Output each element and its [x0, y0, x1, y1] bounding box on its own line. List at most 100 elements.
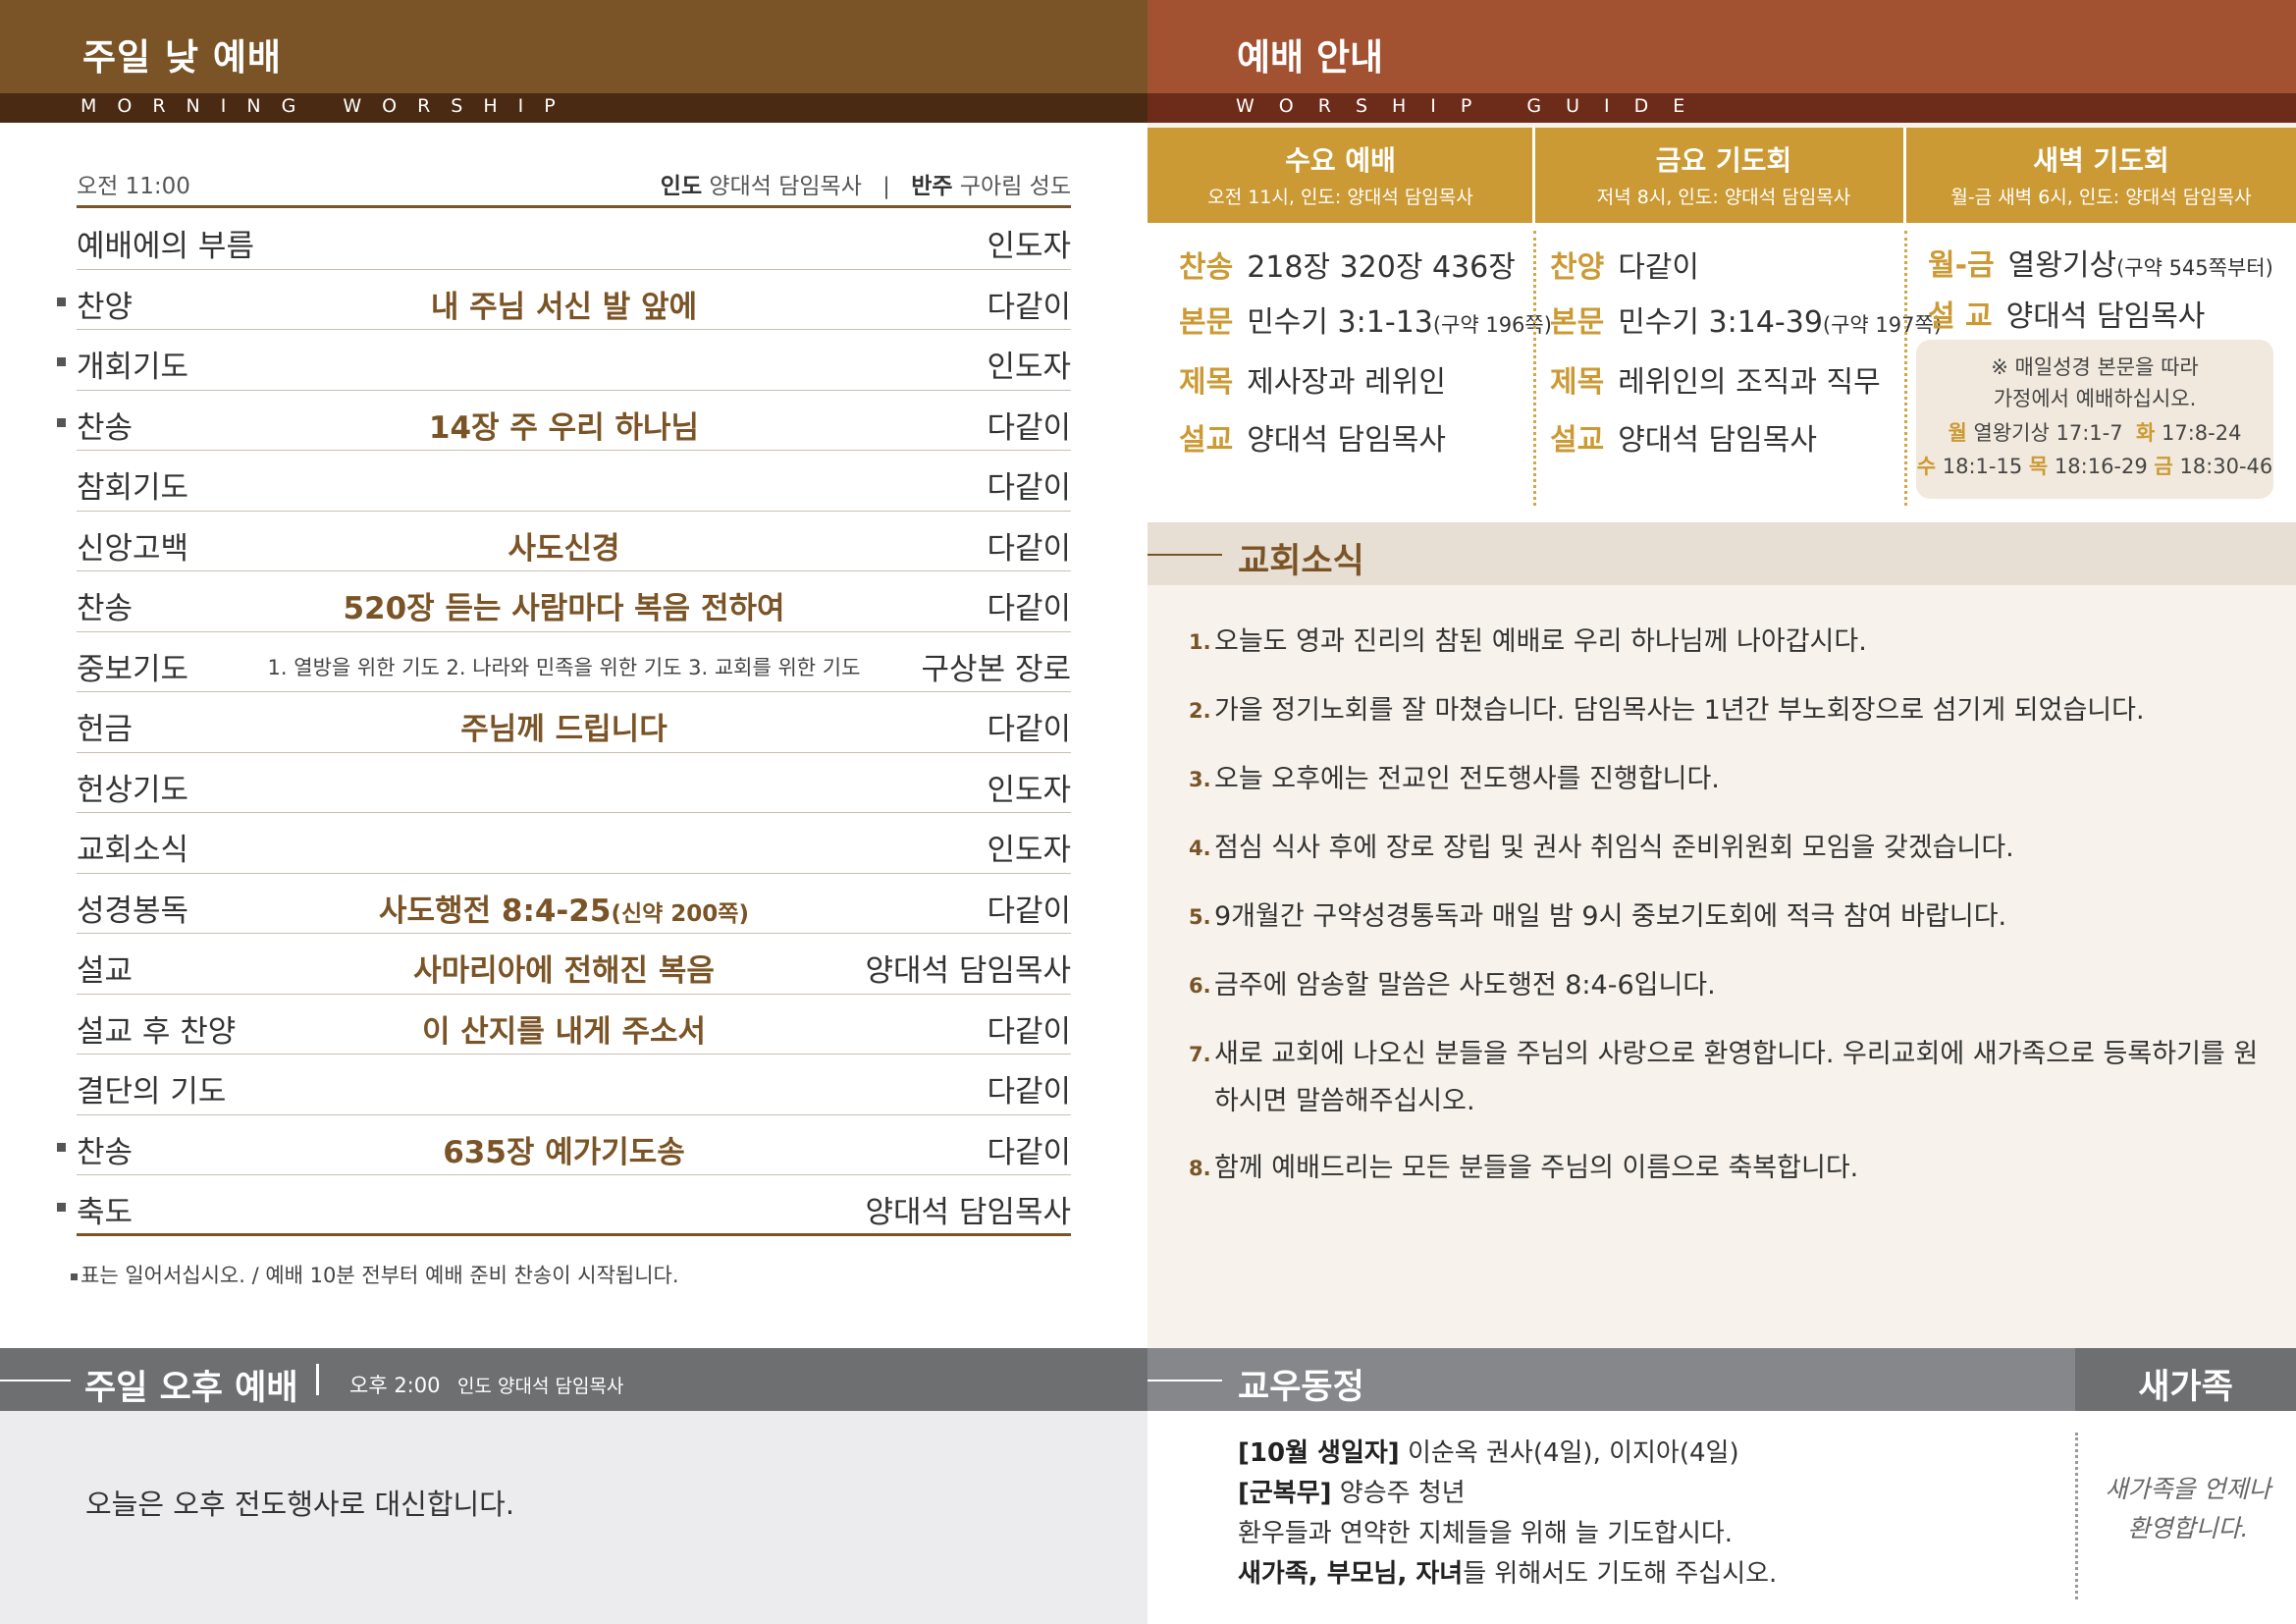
divider	[316, 1364, 319, 1395]
wed-preacher-label: 설교	[1179, 423, 1234, 458]
order-item: 찬송	[77, 591, 133, 626]
order-item: 신앙고백	[77, 530, 189, 567]
order-item: 찬양	[77, 289, 133, 325]
order-item: 중보기도	[77, 651, 189, 687]
afternoon-body: 오늘은 오후 전도행사로 대신합니다.	[0, 1411, 1148, 1624]
order-item: 예배에의 부름	[77, 229, 254, 264]
military-line: [군복무] 양승주 청년	[1238, 1473, 1466, 1509]
order-content-text: 520장 듣는 사람마다 복음 전하여	[343, 591, 785, 626]
news-text: 새로 교회에 나오신 분들을 주님의 사랑으로 환영합니다. 우리교회에 새가족…	[1214, 1039, 2259, 1116]
order-row: 찬송 520장 듣는 사람마다 복음 전하여 다같이	[77, 571, 1071, 632]
order-leader: 다같이	[987, 1134, 1071, 1170]
accomp-label: 반주	[911, 174, 953, 199]
wed-title-value: 제사장과 레위인	[1247, 365, 1446, 400]
order-content-sub: (신약 200쪽)	[611, 900, 749, 927]
birthday-label: [10월 생일자]	[1238, 1438, 1400, 1468]
order-content: 14장 주 우리 하나님	[214, 403, 914, 447]
news-text: 금주에 암송할 말씀은 사도행전 8:4-6입니다.	[1214, 970, 1716, 1001]
order-leader: 다같이	[987, 591, 1071, 626]
dawn-text-page: (구약 545쪽부터)	[2116, 256, 2273, 280]
birthday-line: [10월 생일자] 이순옥 권사(4일), 이지아(4일)	[1238, 1433, 1739, 1469]
dawn-preacher-label: 설 교	[1928, 299, 1993, 334]
order-leader: 다같이	[987, 289, 1071, 325]
friday-info: 저녁 8시, 인도: 양대석 담임목사	[1596, 187, 1851, 208]
order-item: 결단의 기도	[77, 1074, 227, 1110]
order-content-text: 주님께 드립니다	[460, 712, 667, 747]
stand-marker-icon	[57, 417, 66, 427]
wed-hymn-value: 218장 320장 436장	[1247, 250, 1516, 285]
order-leader: 양대석 담임목사	[865, 1195, 1072, 1230]
order-leader: 다같이	[987, 1074, 1071, 1110]
friday-details: 찬양 다같이 본문 민수기 3:14-39(구약 197쪽) 제목 레위인의 조직과 …	[1550, 223, 1942, 508]
daily-bible-box: ※ 매일성경 본문을 따라 가정에서 예배하십시오. 월 열왕기상 17:1-7…	[1916, 340, 2273, 499]
friday-header: 금요 기도회 저녁 8시, 인도: 양대석 담임목사	[1535, 128, 1912, 223]
daily-line-2: 가정에서 예배하십시오.	[1993, 387, 2197, 410]
wed-text-value: 민수기 3:1-13	[1247, 305, 1433, 340]
order-leader: 다같이	[987, 712, 1071, 747]
wed-reading: 18:1-15	[1942, 455, 2023, 478]
order-row: 교회소식 인도자	[77, 813, 1071, 874]
prayer-line: 환우들과 연약한 지체들을 위해 늘 기도합시다.	[1238, 1519, 1734, 1548]
fri-preacher-value: 양대석 담임목사	[1618, 423, 1817, 458]
friday-name: 금요 기도회	[1655, 144, 1792, 177]
order-leader: 다같이	[987, 893, 1071, 929]
order-row: 설교 사마리아에 전해진 복음 양대석 담임목사	[77, 934, 1071, 995]
friends-title: 교우동정	[1238, 1368, 1364, 1407]
newfamily-line-2: 환영합니다.	[2127, 1514, 2249, 1543]
morning-header: 주일 낮 예배 MORNING WORSHIP	[0, 0, 1148, 123]
fri-text: 본문 민수기 3:14-39(구약 197쪽)	[1550, 298, 1942, 341]
fri-hymn: 찬양 다같이	[1550, 243, 1699, 286]
morning-subtitle: MORNING WORSHIP	[80, 95, 576, 117]
service-time: 오전 11:00	[77, 174, 190, 199]
dawn-text-label: 월-금	[1928, 248, 1995, 283]
morning-subtitle-band: MORNING WORSHIP	[0, 93, 1148, 123]
order-item: 헌상기도	[77, 772, 189, 808]
accomp-name: 구아림 성도	[959, 174, 1071, 199]
guide-subtitle-band: WORSHIP GUIDE	[1148, 93, 2296, 123]
afternoon-header: 주일 오후 예배 오후 2:00 인도 양대석 담임목사	[0, 1348, 1148, 1411]
birthday-names: 이순옥 권사(4일), 이지아(4일)	[1399, 1438, 1739, 1468]
newfamily-text: 새가족을 언제나 환영합니다.	[2080, 1470, 2296, 1548]
order-content: 635장 예가기도송	[214, 1127, 914, 1171]
guide-body: 찬송 218장 320장 436장 본문 민수기 3:1-13(구약 196쪽) 제…	[1148, 223, 2296, 522]
news-number: 5.	[1189, 905, 1211, 929]
order-row: 설교 후 찬양 이 산지를 내게 주소서 다같이	[77, 995, 1071, 1055]
order-content: 520장 듣는 사람마다 복음 전하여	[214, 583, 914, 627]
military-label: [군복무]	[1238, 1479, 1332, 1508]
order-content-text: 14장 주 우리 하나님	[428, 409, 700, 446]
news-text: 점심 식사 후에 장로 장립 및 권사 취임식 준비위원회 모임을 갖겠습니다.	[1214, 833, 2014, 863]
news-number: 1.	[1189, 630, 1211, 654]
leader-label: 인도	[660, 174, 703, 199]
fri-label: 금	[2154, 455, 2173, 478]
stand-marker-icon	[71, 1272, 78, 1280]
guide-title: 예배 안내	[1237, 36, 1384, 79]
fri-text-label: 본문	[1550, 305, 1605, 340]
military-names: 양승주 청년	[1331, 1479, 1466, 1508]
order-row: 중보기도 1. 열방을 위한 기도 2. 나라와 민족을 위한 기도 3. 교회를…	[77, 632, 1071, 692]
guide-header: 예배 안내 WORSHIP GUIDE	[1148, 0, 2296, 123]
news-number: 3.	[1189, 768, 1211, 791]
afternoon-title: 주일 오후 예배	[84, 1369, 298, 1408]
stand-marker-icon	[57, 357, 66, 366]
tue-reading: 17:8-24	[2161, 421, 2242, 445]
dotted-divider	[2075, 1433, 2078, 1599]
order-leader: 다같이	[987, 470, 1071, 506]
header-rule	[1148, 554, 1222, 556]
fri-hymn-label: 찬양	[1550, 250, 1605, 285]
daily-line-1: ※ 매일성경 본문을 따라	[1991, 355, 2199, 379]
order-meta: 오전 11:00 인도 양대석 담임목사 | 반주 구아림 성도	[77, 165, 1071, 208]
fri-preacher-label: 설교	[1550, 423, 1605, 458]
dotted-divider	[1533, 231, 1536, 506]
order-note: 표는 일어서십시오. / 예배 10분 전부터 예배 준비 찬송이 시작됩니다.	[71, 1260, 679, 1289]
order-row: 찬양 내 주님 서신 발 앞에 다같이	[57, 270, 1071, 330]
wed-title: 제목 제사장과 레위인	[1179, 357, 1446, 401]
fri-text-page: (구약 197쪽)	[1822, 313, 1943, 337]
news-header: 교회소식	[1148, 522, 2296, 585]
order-row: 헌금 주님께 드립니다 다같이	[77, 692, 1071, 753]
wednesday-info: 오전 11시, 인도: 양대석 담임목사	[1207, 187, 1473, 208]
order-item: 교회소식	[77, 833, 189, 868]
order-note-text: 표는 일어서십시오. / 예배 10분 전부터 예배 준비 찬송이 시작됩니다.	[80, 1264, 679, 1287]
dotted-divider	[1904, 231, 1907, 506]
wed-text-label: 본문	[1179, 305, 1234, 340]
news-number: 2.	[1189, 699, 1211, 723]
